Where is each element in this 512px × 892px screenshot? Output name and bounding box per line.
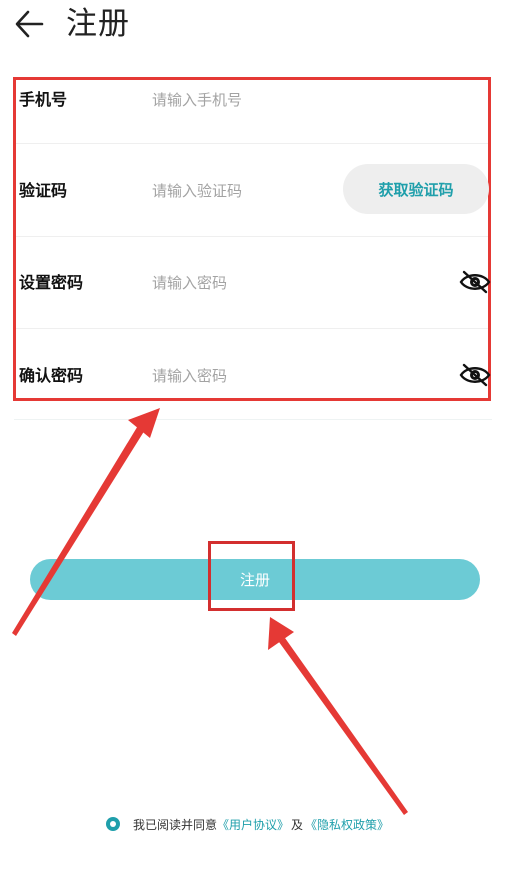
row-divider xyxy=(16,236,488,237)
agreement-prefix: 我已阅读并同意 xyxy=(133,817,218,832)
register-button[interactable]: 注册 xyxy=(30,559,480,600)
confirm-password-input[interactable] xyxy=(152,362,352,390)
phone-input[interactable] xyxy=(152,86,352,114)
back-button[interactable] xyxy=(12,6,48,42)
password-input[interactable] xyxy=(152,269,352,297)
confirm-password-label: 确认密码 xyxy=(19,366,84,385)
annotation-arrow-form xyxy=(12,419,148,636)
agree-radio[interactable] xyxy=(106,817,120,831)
annotation-arrow-head-button xyxy=(268,617,294,650)
row-divider xyxy=(16,143,488,144)
arrow-left-icon xyxy=(15,10,44,38)
registration-form: 手机号 验证码 获取验证码 设置密码 确认密码 xyxy=(13,77,491,401)
password-visibility-toggle[interactable] xyxy=(459,270,491,294)
annotation-arrow-head-form xyxy=(128,408,160,438)
confirm-visibility-toggle[interactable] xyxy=(459,363,491,387)
code-input[interactable] xyxy=(152,177,352,205)
phone-label: 手机号 xyxy=(19,90,68,109)
agreement-row: 我已阅读并同意 《用户协议》 及 《隐私权政策》 xyxy=(106,814,389,834)
page-title: 注册 xyxy=(66,6,130,42)
password-label: 设置密码 xyxy=(19,273,84,292)
annotation-arrow-button xyxy=(279,638,408,815)
form-bottom-divider xyxy=(14,419,492,420)
user-agreement-link[interactable]: 《用户协议》 xyxy=(217,816,289,833)
row-divider xyxy=(16,328,488,329)
header-bar: 注册 xyxy=(0,0,512,50)
code-label: 验证码 xyxy=(19,181,68,200)
eye-off-icon xyxy=(459,270,491,294)
privacy-policy-link[interactable]: 《隐私权政策》 xyxy=(305,816,389,833)
agreement-joiner: 及 xyxy=(291,817,304,832)
get-code-button[interactable]: 获取验证码 xyxy=(343,164,489,214)
eye-off-icon xyxy=(459,363,491,387)
